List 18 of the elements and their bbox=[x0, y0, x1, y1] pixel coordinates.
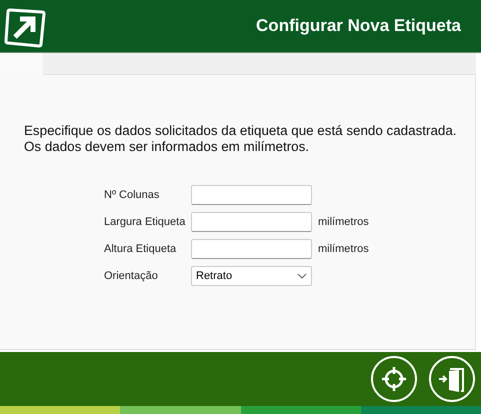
input-field[interactable] bbox=[191, 212, 312, 232]
description-text: Os dados devem ser informados em milímetros. bbox=[24, 139, 310, 155]
field-label: Altura Etiqueta bbox=[104, 243, 178, 255]
field-label: Largura Etiqueta bbox=[104, 216, 186, 228]
unit-label: milímetros bbox=[317, 243, 370, 255]
field-label: Orientação bbox=[104, 270, 159, 282]
target-button[interactable] bbox=[371, 356, 417, 402]
unit-label: milímetros bbox=[317, 216, 370, 228]
field-label: Nº Colunas bbox=[104, 189, 160, 201]
exit-button[interactable] bbox=[429, 356, 475, 402]
chevron-down-icon bbox=[297, 273, 307, 279]
orientation-dropdown[interactable]: Retrato bbox=[191, 266, 312, 286]
input-field[interactable] bbox=[191, 239, 312, 259]
input-field[interactable] bbox=[191, 185, 312, 205]
crosshair-icon bbox=[379, 364, 409, 394]
description-text: Especifique os dados solicitados da etiqueta que está sendo cadastrada. bbox=[24, 123, 458, 139]
arrow-logo-icon bbox=[4, 6, 46, 48]
window-title: Configurar Nova Etiqueta bbox=[256, 16, 461, 36]
